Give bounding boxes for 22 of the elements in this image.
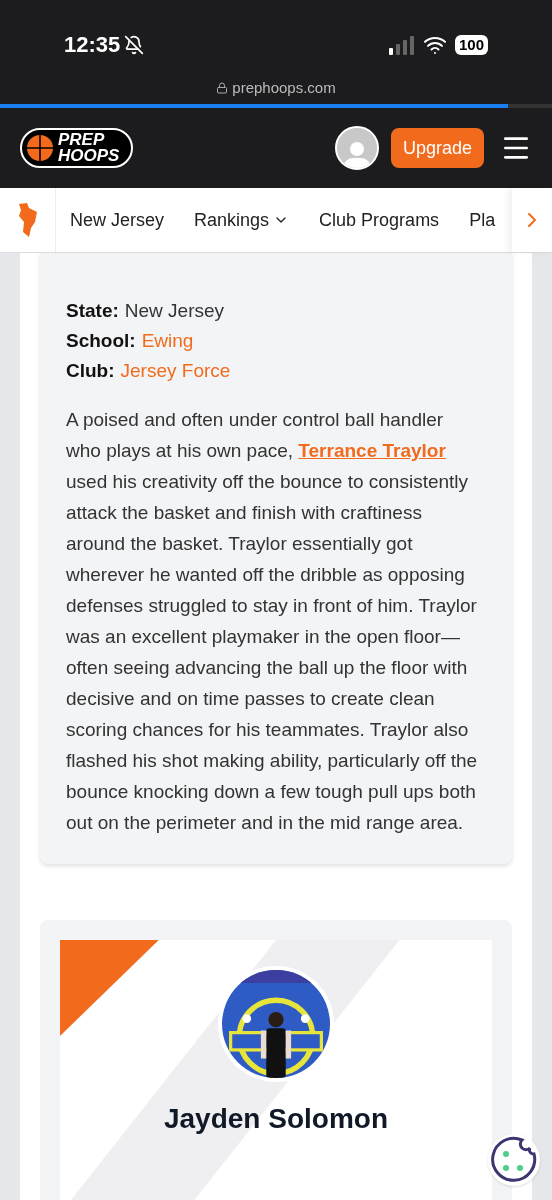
silent-icon xyxy=(124,34,145,55)
fact-label: School: xyxy=(66,329,136,353)
fact-label: State: xyxy=(66,299,119,323)
url-text[interactable]: prephoops.com xyxy=(232,77,336,100)
clock: 12:35 xyxy=(64,31,121,59)
logo-text: PREP xyxy=(58,132,106,148)
nav-link[interactable]: Club Programs xyxy=(319,206,440,234)
logo-text: HOOPS xyxy=(58,148,120,164)
state-map-icon xyxy=(16,202,39,238)
nav-link[interactable]: Pla xyxy=(469,206,496,234)
fact-value: New Jersey xyxy=(124,299,225,323)
signal-icon xyxy=(388,34,415,55)
scouting-report: A poised and often under control ball handler who plays at his own pace, Terrance Traylor used his creativity off the bounce to consistently attack the basket and finish with craftiness around the basket. Traylor essentially got wherever he wanted off the dribble as opposing defenses struggled to stay in front of him. Traylor was an excellent playmaker in the open floor— often seeing advancing the ball up the floor with decisive and on time passes to create clean scoring chances for his teammates. Traylor also flashed his shot making ability, particularly off the bounce knocking down a few tough pull ups both out on the perimeter and in the mid range area. xyxy=(66,408,478,835)
logo[interactable]: PREP HOOPS xyxy=(20,128,134,168)
lock-icon xyxy=(216,82,229,95)
basketball-icon xyxy=(26,134,54,162)
nav-link[interactable]: New Jersey xyxy=(70,206,165,234)
fact-label: Club: xyxy=(66,359,115,383)
nav-link[interactable]: Rankings xyxy=(194,206,290,234)
battery-level: 100 xyxy=(454,34,488,55)
avatar[interactable] xyxy=(334,126,379,170)
player-name: Jayden Solomon xyxy=(163,1102,388,1136)
